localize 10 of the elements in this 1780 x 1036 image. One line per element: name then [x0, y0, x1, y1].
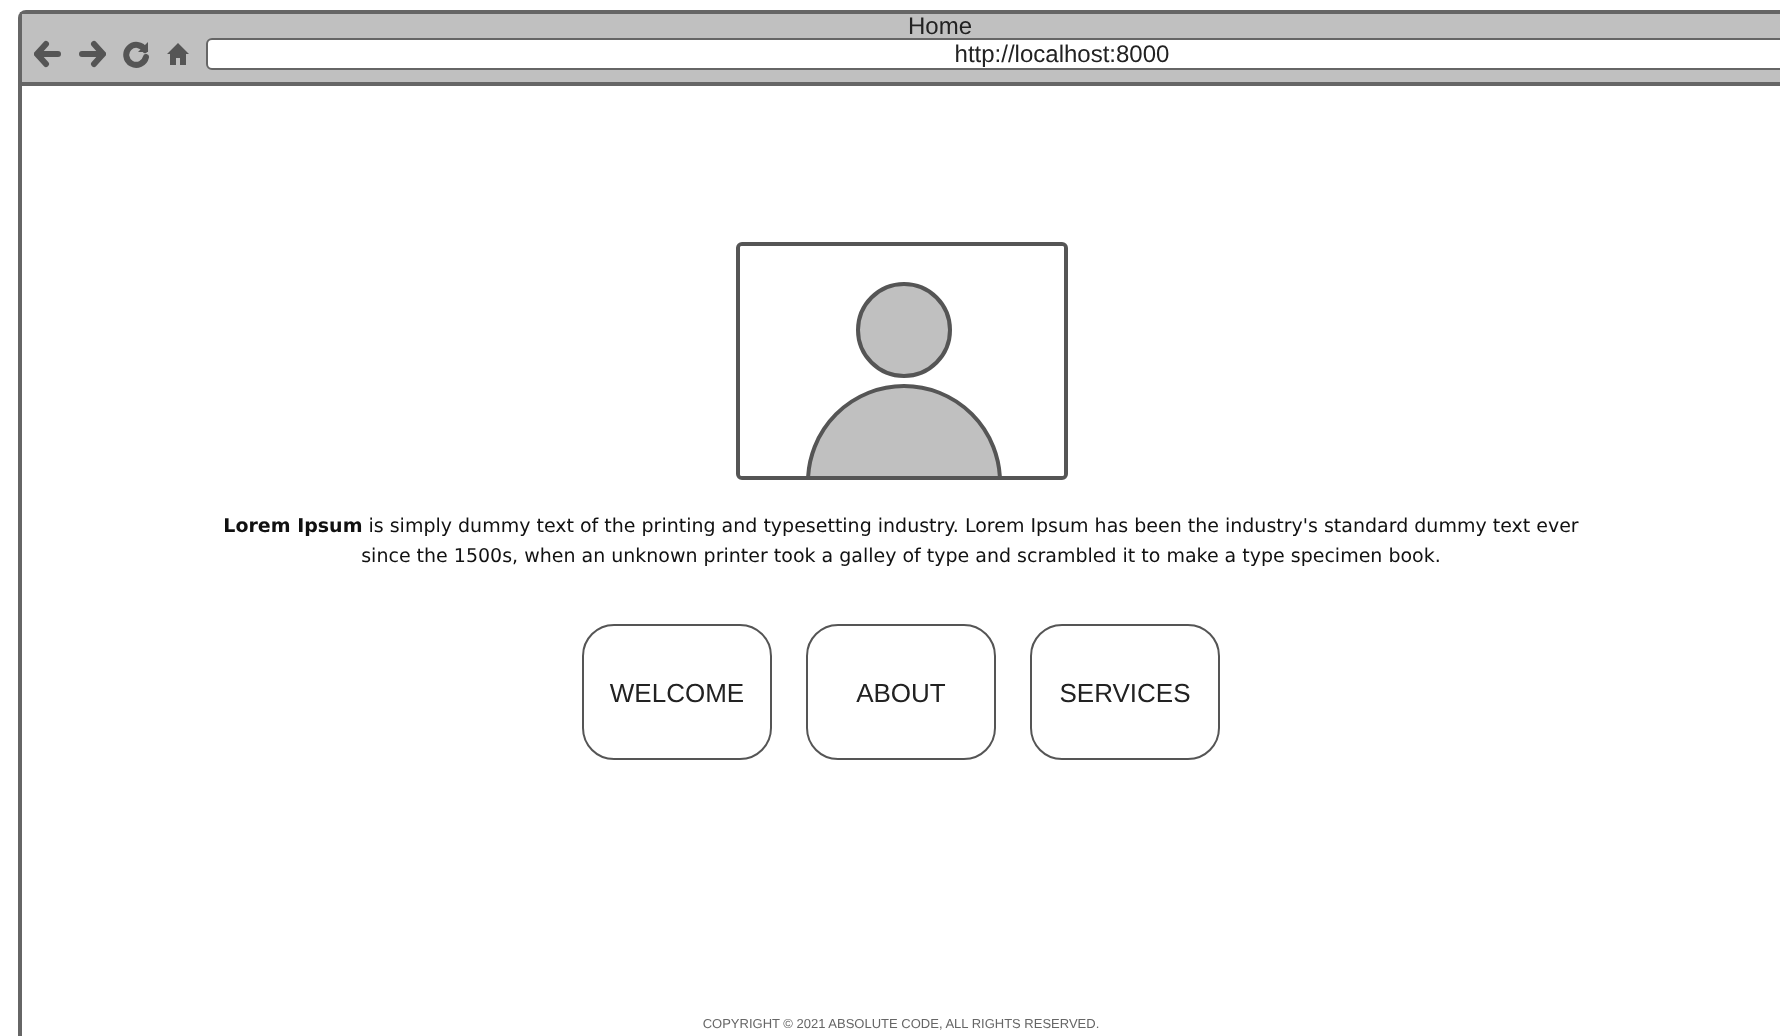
forward-icon[interactable]	[78, 40, 106, 68]
nav-button[interactable]: SERVICES	[1030, 624, 1220, 760]
nav-button[interactable]: WELCOME	[582, 624, 772, 760]
address-bar[interactable]: http://localhost:8000	[206, 38, 1780, 70]
home-icon[interactable]	[166, 42, 190, 66]
description-text: Lorem Ipsum is simply dummy text of the printing and typesetting industry. Lorem Ipsum has been the industry's standard dummy text ever since the 1500s, when an unknown printer took a galley of type and scrambled it to make a type specimen book.	[221, 514, 1581, 572]
window-title: Home	[905, 14, 974, 38]
reload-icon[interactable]	[122, 40, 150, 68]
back-icon[interactable]	[34, 40, 62, 68]
nav-button[interactable]: ABOUT	[806, 624, 996, 760]
